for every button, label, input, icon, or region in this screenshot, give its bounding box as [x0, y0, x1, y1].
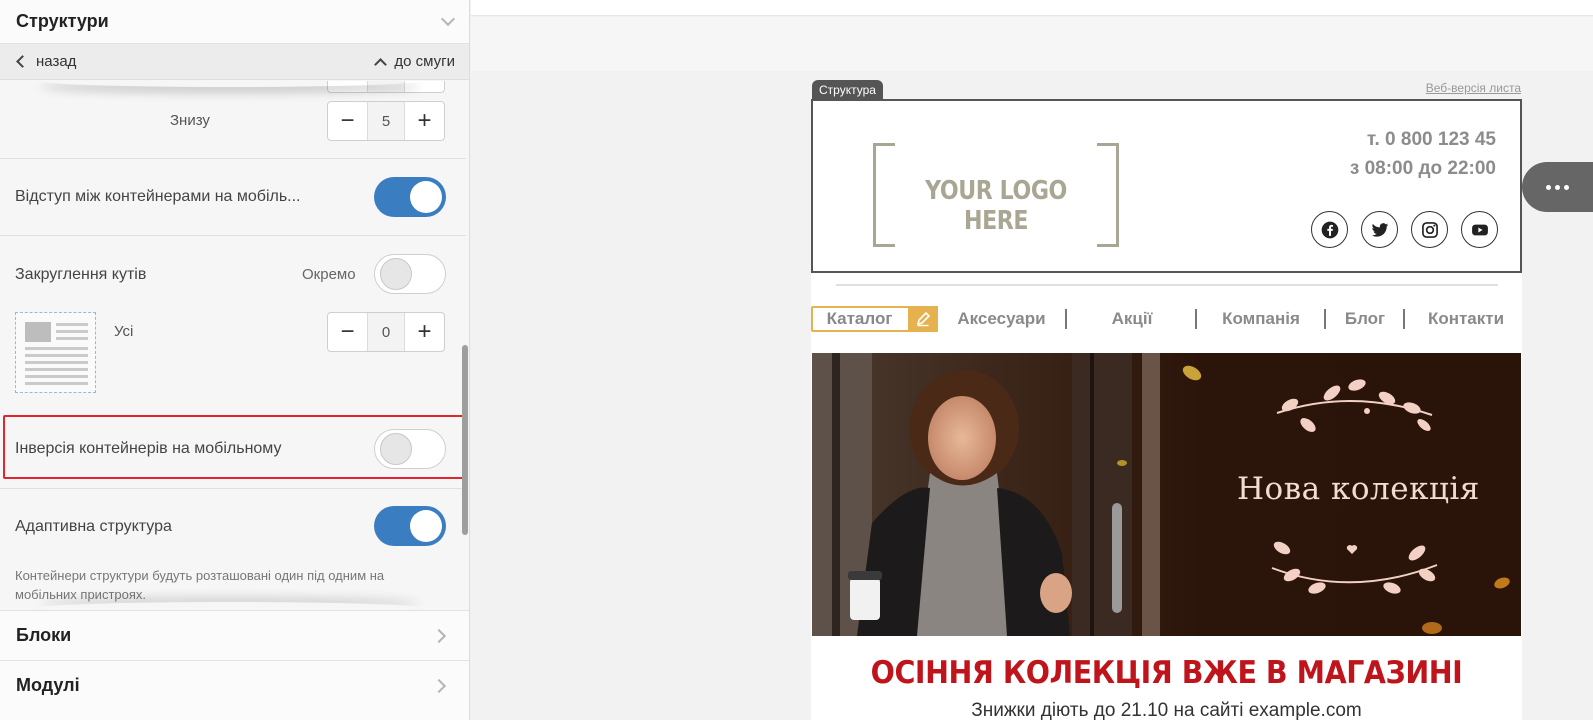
chevron-down-icon[interactable] [440, 11, 456, 26]
hero-banner[interactable]: Нова колекція [812, 353, 1521, 636]
email-menu: Каталог Аксесуари Акції Компанія Блог Ко… [811, 306, 1522, 332]
preview-line [25, 354, 88, 357]
back-button[interactable]: назад [16, 53, 77, 70]
back-label: назад [36, 53, 77, 70]
toggle-knob [410, 181, 442, 213]
more-options-button[interactable] [1522, 162, 1593, 212]
toggle-knob [410, 510, 442, 542]
increment-button[interactable]: + [405, 313, 444, 351]
image-placeholder-icon [25, 322, 51, 342]
blocks-label: Блоки [16, 625, 72, 645]
all-value[interactable]: 0 [367, 313, 405, 351]
preview-line [56, 323, 88, 326]
preview-line [25, 347, 88, 350]
increment-button[interactable]: + [405, 102, 444, 140]
chevron-up-icon [374, 57, 388, 71]
section-title: Структури [16, 11, 109, 31]
to-strip-label: до смуги [394, 53, 455, 70]
social-icons [1311, 211, 1498, 248]
menu-label: Каталог [826, 309, 893, 328]
phone-line: т. 0 800 123 45 [1366, 129, 1496, 150]
highlight-box [3, 415, 466, 479]
header-structure[interactable]: YOUR LOGO HERE т. 0 800 123 45 з 08:00 д… [811, 99, 1522, 273]
panel-nav-row: назад до смуги [0, 44, 469, 80]
chevron-left-icon [16, 55, 29, 68]
adaptive-label: Адаптивна структура [15, 518, 172, 535]
all-label: Усі [114, 323, 134, 340]
web-version-link[interactable]: Веб-версія листа [1426, 81, 1521, 95]
facebook-icon[interactable] [1311, 211, 1348, 248]
decrement-button[interactable]: − [328, 313, 367, 351]
panel-scrollbar[interactable] [462, 345, 468, 535]
preview-line [25, 375, 88, 378]
structure-tag[interactable]: Структура [812, 80, 883, 100]
bottom-value[interactable]: 5 [367, 102, 405, 140]
chevron-right-icon [431, 628, 447, 643]
edit-pencil-icon[interactable] [908, 306, 938, 332]
blocks-section[interactable]: Блоки [0, 610, 469, 660]
preview-line [56, 337, 88, 340]
rounding-label: Закруглення кутів [15, 266, 147, 283]
adaptive-row: Адаптивна структура Контейнери структури… [0, 489, 466, 609]
mobile-spacing-toggle[interactable] [374, 177, 446, 217]
menu-item-contacts[interactable]: Контакти [1413, 306, 1519, 332]
menu-separator [1324, 309, 1326, 329]
canvas-band [471, 17, 1593, 71]
adaptive-toggle[interactable] [374, 506, 446, 546]
settings-scroll-area[interactable]: Знизу − 5 + Відступ між контейнерами на … [0, 81, 466, 609]
menu-item-promos[interactable]: Акції [1075, 306, 1189, 332]
menu-item-blog[interactable]: Блог [1334, 306, 1396, 332]
youtube-icon[interactable] [1461, 211, 1498, 248]
toggle-knob [380, 258, 412, 290]
preview-line [56, 330, 88, 333]
mobile-spacing-label: Відступ між контейнерами на мобіль... [15, 188, 301, 205]
structures-section-header[interactable]: Структури [0, 0, 469, 44]
chevron-right-icon [431, 678, 447, 693]
contact-info[interactable]: т. 0 800 123 45 з 08:00 до 22:00 [1350, 125, 1496, 183]
menu-separator [1195, 309, 1197, 329]
dot [1555, 184, 1560, 190]
menu-item-accessories[interactable]: Аксесуари [948, 306, 1055, 332]
logo-text: YOUR LOGO HERE [925, 176, 1067, 236]
modules-section[interactable]: Модулі [0, 660, 469, 720]
email-subline[interactable]: Знижки діють до 21.10 на сайті example.c… [811, 700, 1522, 720]
separately-label: Окремо [302, 266, 356, 283]
settings-panel: Структури назад до смуги Знизу − 5 + Від… [0, 0, 470, 720]
twitter-icon[interactable] [1361, 211, 1398, 248]
menu-item-catalog[interactable]: Каталог [811, 306, 938, 332]
decrement-button[interactable]: − [328, 102, 367, 140]
all-corners-stepper[interactable]: − 0 + [327, 312, 445, 352]
instagram-icon[interactable] [1411, 211, 1448, 248]
editor-top-strip [471, 0, 1593, 16]
corner-preview-icon [15, 312, 96, 393]
hours-line: з 08:00 до 22:00 [1349, 158, 1496, 179]
preview-line [25, 361, 88, 364]
logo-placeholder[interactable]: YOUR LOGO HERE [873, 143, 1119, 247]
email-headline[interactable]: ОСІННЯ КОЛЕКЦІЯ ВЖЕ В МАГАЗИНІ [839, 655, 1493, 691]
preview-line [25, 368, 88, 371]
bottom-label: Знизу [170, 112, 210, 129]
bottom-padding-row: Знизу − 5 + [0, 81, 466, 159]
menu-separator [1403, 309, 1405, 329]
to-strip-button[interactable]: до смуги [374, 53, 455, 71]
menu-item-company[interactable]: Компанія [1205, 306, 1317, 332]
banner-title: Нова колекція [1237, 471, 1480, 507]
mobile-spacing-row: Відступ між контейнерами на мобіль... [0, 159, 466, 236]
separately-toggle[interactable] [374, 254, 446, 294]
bottom-padding-stepper[interactable]: − 5 + [327, 101, 445, 141]
header-divider [836, 284, 1498, 286]
preview-line [25, 382, 88, 385]
modules-label: Модулі [16, 675, 80, 695]
dot [1546, 184, 1551, 190]
menu-separator [1065, 309, 1067, 329]
dot [1564, 184, 1569, 190]
adaptive-hint: Контейнери структури будуть розташовані … [15, 568, 385, 602]
